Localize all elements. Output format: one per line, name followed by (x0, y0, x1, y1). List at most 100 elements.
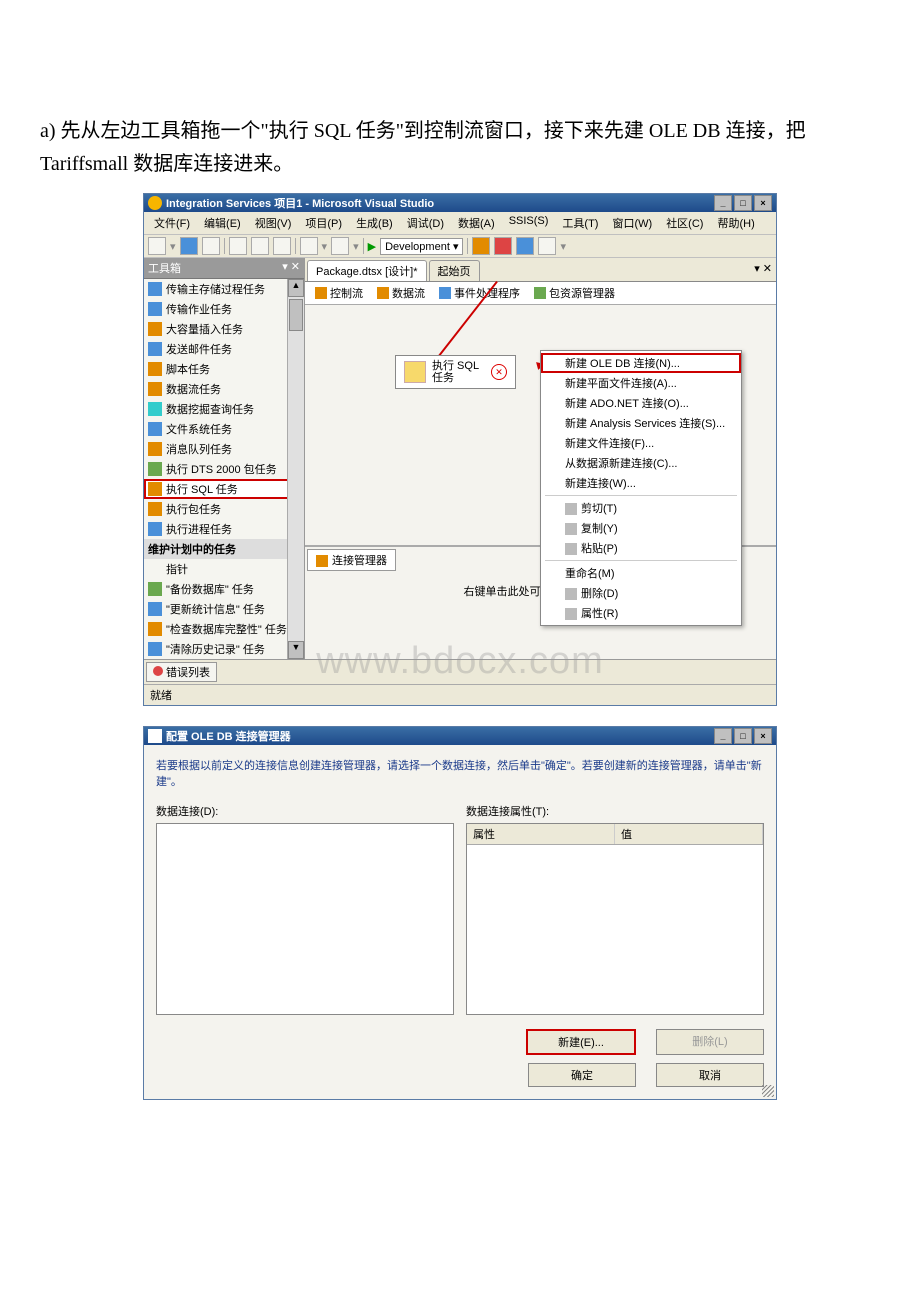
subtab-controlflow[interactable]: 控制流 (309, 284, 369, 302)
tool-misc3-icon[interactable] (516, 237, 534, 255)
context-menu-item[interactable]: 新建 OLE DB 连接(N)... (541, 353, 741, 373)
toolbox-item[interactable]: 指针 (144, 559, 304, 579)
toolbox-item[interactable]: 执行 DTS 2000 包任务 (144, 459, 304, 479)
error-list-tab[interactable]: 错误列表 (146, 662, 217, 682)
toolbox-item-icon (148, 482, 162, 496)
toolbox-item[interactable]: "清除历史记录" 任务 (144, 639, 304, 659)
context-menu-item[interactable]: 从数据源新建连接(C)... (541, 453, 741, 473)
config-dropdown[interactable]: Development ▾ (380, 238, 463, 255)
dialog-minimize-button[interactable]: _ (714, 728, 732, 744)
tool-redo-icon[interactable] (331, 237, 349, 255)
toolbox-item[interactable]: "备份数据库" 任务 (144, 579, 304, 599)
context-menu-item[interactable]: 删除(D) (541, 583, 741, 603)
tool-undo-icon[interactable] (300, 237, 318, 255)
scroll-down-icon[interactable]: ▼ (288, 641, 304, 659)
maximize-button[interactable]: □ (734, 195, 752, 211)
data-connections-listbox[interactable] (156, 823, 454, 1015)
close-button[interactable]: × (754, 195, 772, 211)
menu-data[interactable]: 数据(A) (452, 214, 501, 232)
run-icon[interactable]: ▶ (368, 240, 376, 253)
menu-item-label: 从数据源新建连接(C)... (565, 458, 677, 470)
tool-cut-icon[interactable] (229, 237, 247, 255)
toolbox-item-label: 传输主存储过程任务 (166, 281, 265, 297)
context-menu-item[interactable]: 属性(R) (541, 603, 741, 623)
window-title: Integration Services 项目1 - Microsoft Vis… (166, 195, 434, 211)
sql-task-icon (404, 361, 426, 383)
toolbox-item-icon (148, 422, 162, 436)
menu-view[interactable]: 视图(V) (249, 214, 298, 232)
delete-button[interactable]: 删除(L) (656, 1029, 764, 1055)
tool-saveall-icon[interactable] (202, 237, 220, 255)
toolbox-item-icon (148, 462, 162, 476)
ok-button[interactable]: 确定 (528, 1063, 636, 1087)
subtab-dataflow[interactable]: 数据流 (371, 284, 431, 302)
toolbox-item-label: 指针 (166, 561, 188, 577)
menu-project[interactable]: 项目(P) (299, 214, 348, 232)
tab-dropdown-icon[interactable]: ▾ ✕ (752, 260, 774, 281)
toolbox-item[interactable]: 发送邮件任务 (144, 339, 304, 359)
new-button[interactable]: 新建(E)... (526, 1029, 636, 1055)
menu-item-icon (565, 588, 577, 600)
toolbox-item[interactable]: 传输作业任务 (144, 299, 304, 319)
toolbox-item[interactable]: 传输主存储过程任务 (144, 279, 304, 299)
subtab-event[interactable]: 事件处理程序 (433, 284, 526, 302)
design-canvas[interactable]: 执行 SQL 任务 ✕ 新建 OLE DB 连接(N)...新建平面文件连接(A… (305, 305, 776, 545)
menu-window[interactable]: 窗口(W) (606, 214, 658, 232)
context-menu-item[interactable]: 新建平面文件连接(A)... (541, 373, 741, 393)
data-connections-label: 数据连接(D): (156, 803, 454, 819)
menu-debug[interactable]: 调试(D) (401, 214, 450, 232)
toolbox-item-icon (148, 322, 162, 336)
tool-misc1-icon[interactable] (472, 237, 490, 255)
menu-tools[interactable]: 工具(T) (556, 214, 604, 232)
tab-package[interactable]: Package.dtsx [设计]* (307, 260, 427, 281)
scroll-up-icon[interactable]: ▲ (288, 279, 304, 297)
tool-misc4-icon[interactable] (538, 237, 556, 255)
toolbox-item[interactable]: 执行进程任务 (144, 519, 304, 539)
toolbox-item[interactable]: 数据挖掘查询任务 (144, 399, 304, 419)
dialog-close-button[interactable]: × (754, 728, 772, 744)
toolbox-item[interactable]: 大容量插入任务 (144, 319, 304, 339)
instruction-text: a) 先从左边工具箱拖一个"执行 SQL 任务"到控制流窗口，接下来先建 OLE… (40, 115, 880, 181)
menu-ssis[interactable]: SSIS(S) (503, 214, 555, 232)
toolbox-item[interactable]: 执行包任务 (144, 499, 304, 519)
tool-copy-icon[interactable] (251, 237, 269, 255)
menu-help[interactable]: 帮助(H) (711, 214, 760, 232)
toolbox-item[interactable]: 维护计划中的任务 (144, 539, 304, 559)
tab-startpage[interactable]: 起始页 (429, 260, 480, 281)
minimize-button[interactable]: _ (714, 195, 732, 211)
toolbox-scrollbar[interactable]: ▲ ▼ (287, 279, 304, 659)
toolbox-item[interactable]: 执行 SQL 任务 (144, 479, 304, 499)
tool-save-icon[interactable] (180, 237, 198, 255)
context-menu-item[interactable]: 新建文件连接(F)... (541, 433, 741, 453)
toolbox-item[interactable]: "检查数据库完整性" 任务 (144, 619, 304, 639)
context-menu-item[interactable]: 剪切(T) (541, 498, 741, 518)
toolbox-item-label: 执行 DTS 2000 包任务 (166, 461, 277, 477)
context-menu-item[interactable]: 复制(Y) (541, 518, 741, 538)
toolbox-item[interactable]: 消息队列任务 (144, 439, 304, 459)
tool-new-icon[interactable] (148, 237, 166, 255)
resize-grip-icon[interactable] (762, 1085, 774, 1097)
cancel-button[interactable]: 取消 (656, 1063, 764, 1087)
menu-community[interactable]: 社区(C) (660, 214, 709, 232)
connection-manager-tab[interactable]: 连接管理器 (307, 549, 396, 571)
scroll-thumb[interactable] (289, 299, 303, 331)
tool-misc2-icon[interactable] (494, 237, 512, 255)
toolbox-item[interactable]: 脚本任务 (144, 359, 304, 379)
subtab-explorer[interactable]: 包资源管理器 (528, 284, 621, 302)
execute-sql-task-node[interactable]: 执行 SQL 任务 ✕ (395, 355, 516, 389)
toolbox-item-label: 发送邮件任务 (166, 341, 232, 357)
context-menu-item[interactable]: 新建连接(W)... (541, 473, 741, 493)
menu-build[interactable]: 生成(B) (350, 214, 399, 232)
dialog-maximize-button[interactable]: □ (734, 728, 752, 744)
context-menu-item[interactable]: 新建 ADO.NET 连接(O)... (541, 393, 741, 413)
toolbox-item[interactable]: 数据流任务 (144, 379, 304, 399)
dialog-titlebar: 配置 OLE DB 连接管理器 _ □ × (144, 727, 776, 745)
context-menu-item[interactable]: 重命名(M) (541, 563, 741, 583)
context-menu-item[interactable]: 新建 Analysis Services 连接(S)... (541, 413, 741, 433)
menu-edit[interactable]: 编辑(E) (198, 214, 247, 232)
toolbox-item[interactable]: "更新统计信息" 任务 (144, 599, 304, 619)
context-menu-item[interactable]: 粘贴(P) (541, 538, 741, 558)
toolbox-item[interactable]: 文件系统任务 (144, 419, 304, 439)
tool-paste-icon[interactable] (273, 237, 291, 255)
menu-file[interactable]: 文件(F) (148, 214, 196, 232)
